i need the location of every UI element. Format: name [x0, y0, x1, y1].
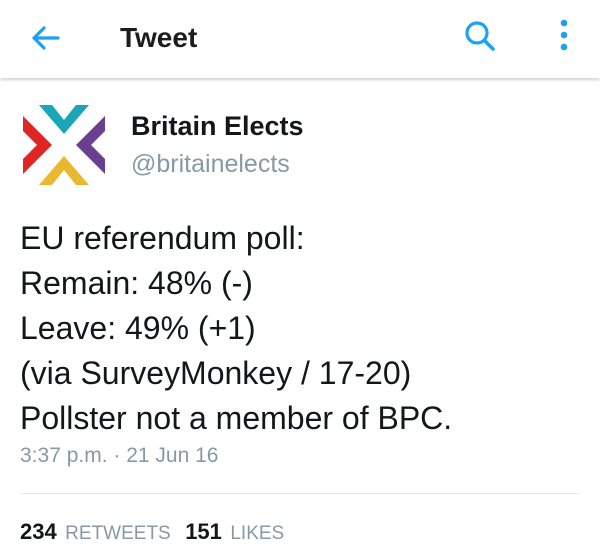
author-name[interactable]: Britain Elects [131, 111, 304, 142]
tweet-line: Pollster not a member of BPC. [20, 400, 453, 436]
back-button[interactable] [28, 18, 68, 58]
avatar[interactable] [19, 100, 109, 190]
tweet-text: EU referendum poll: Remain: 48% (-) Leav… [20, 216, 590, 441]
tweet-line: EU referendum poll: [20, 220, 305, 256]
divider [20, 493, 580, 494]
overflow-menu-button[interactable] [546, 14, 582, 60]
tweet-stats: 234 RETWEETS 151 LIKES [20, 518, 294, 546]
britain-elects-logo-icon [23, 105, 105, 185]
tweet-line: Remain: 48% (-) [20, 265, 253, 301]
retweets-label: RETWEETS [65, 523, 171, 544]
author-handle[interactable]: @britainelects [131, 150, 290, 179]
retweets-count: 234 [20, 519, 57, 544]
tweet-line: Leave: 49% (+1) [20, 310, 256, 346]
likes-count: 151 [185, 519, 222, 544]
more-vertical-icon [560, 19, 568, 51]
tweet-timestamp: 3:37 p.m. · 21 Jun 16 [20, 444, 219, 467]
search-icon [465, 21, 495, 51]
search-button[interactable] [460, 16, 502, 58]
likes-label: LIKES [230, 523, 285, 544]
arrow-left-icon [32, 26, 60, 50]
retweets-stat[interactable]: 234 RETWEETS [20, 518, 171, 549]
likes-stat[interactable]: 151 LIKES [185, 518, 284, 549]
app-bar: Tweet [0, 0, 600, 78]
page-title: Tweet [120, 22, 198, 53]
tweet-line: (via SurveyMonkey / 17-20) [20, 355, 412, 391]
tweet-detail: Britain Elects @britainelects EU referen… [0, 80, 600, 559]
